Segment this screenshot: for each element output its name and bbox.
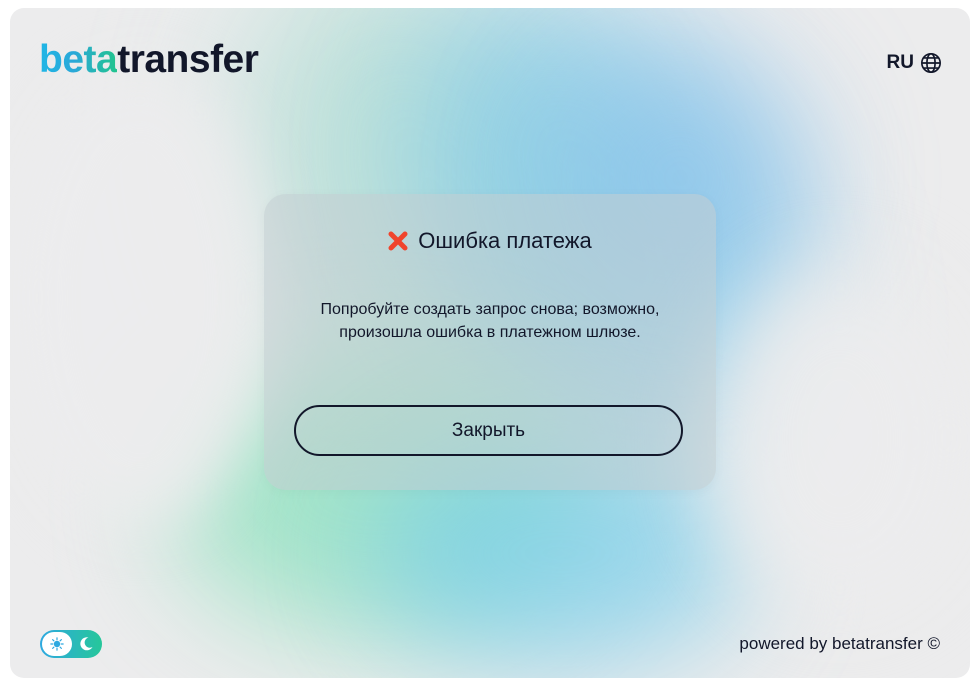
close-button[interactable]: Закрыть <box>294 405 683 456</box>
dialog-message: Попробуйте создать запрос снова; возможн… <box>320 301 660 341</box>
background-gradient <box>710 268 970 608</box>
background-gradient <box>10 68 270 528</box>
logo: betatransfer <box>39 38 259 81</box>
payment-error-dialog: Ошибка платежа Попробуйте создать запрос… <box>264 194 716 490</box>
toggle-knob <box>42 632 72 656</box>
globe-icon <box>921 53 941 73</box>
language-label: RU <box>886 52 914 73</box>
logo-transfer: transfer <box>117 38 259 81</box>
error-x-icon <box>388 231 408 251</box>
moon-icon <box>80 637 93 651</box>
dialog-title: Ошибка платежа <box>264 228 716 254</box>
page-frame: betatransfer RU Ошибка платежа Попробуйт… <box>10 8 970 678</box>
dialog-title-text: Ошибка платежа <box>418 228 592 253</box>
powered-by-footer: powered by betatransfer © <box>739 634 940 653</box>
sun-icon <box>50 637 64 651</box>
theme-toggle[interactable] <box>40 630 102 658</box>
language-selector[interactable]: RU <box>887 52 942 74</box>
logo-beta: beta <box>39 38 118 81</box>
